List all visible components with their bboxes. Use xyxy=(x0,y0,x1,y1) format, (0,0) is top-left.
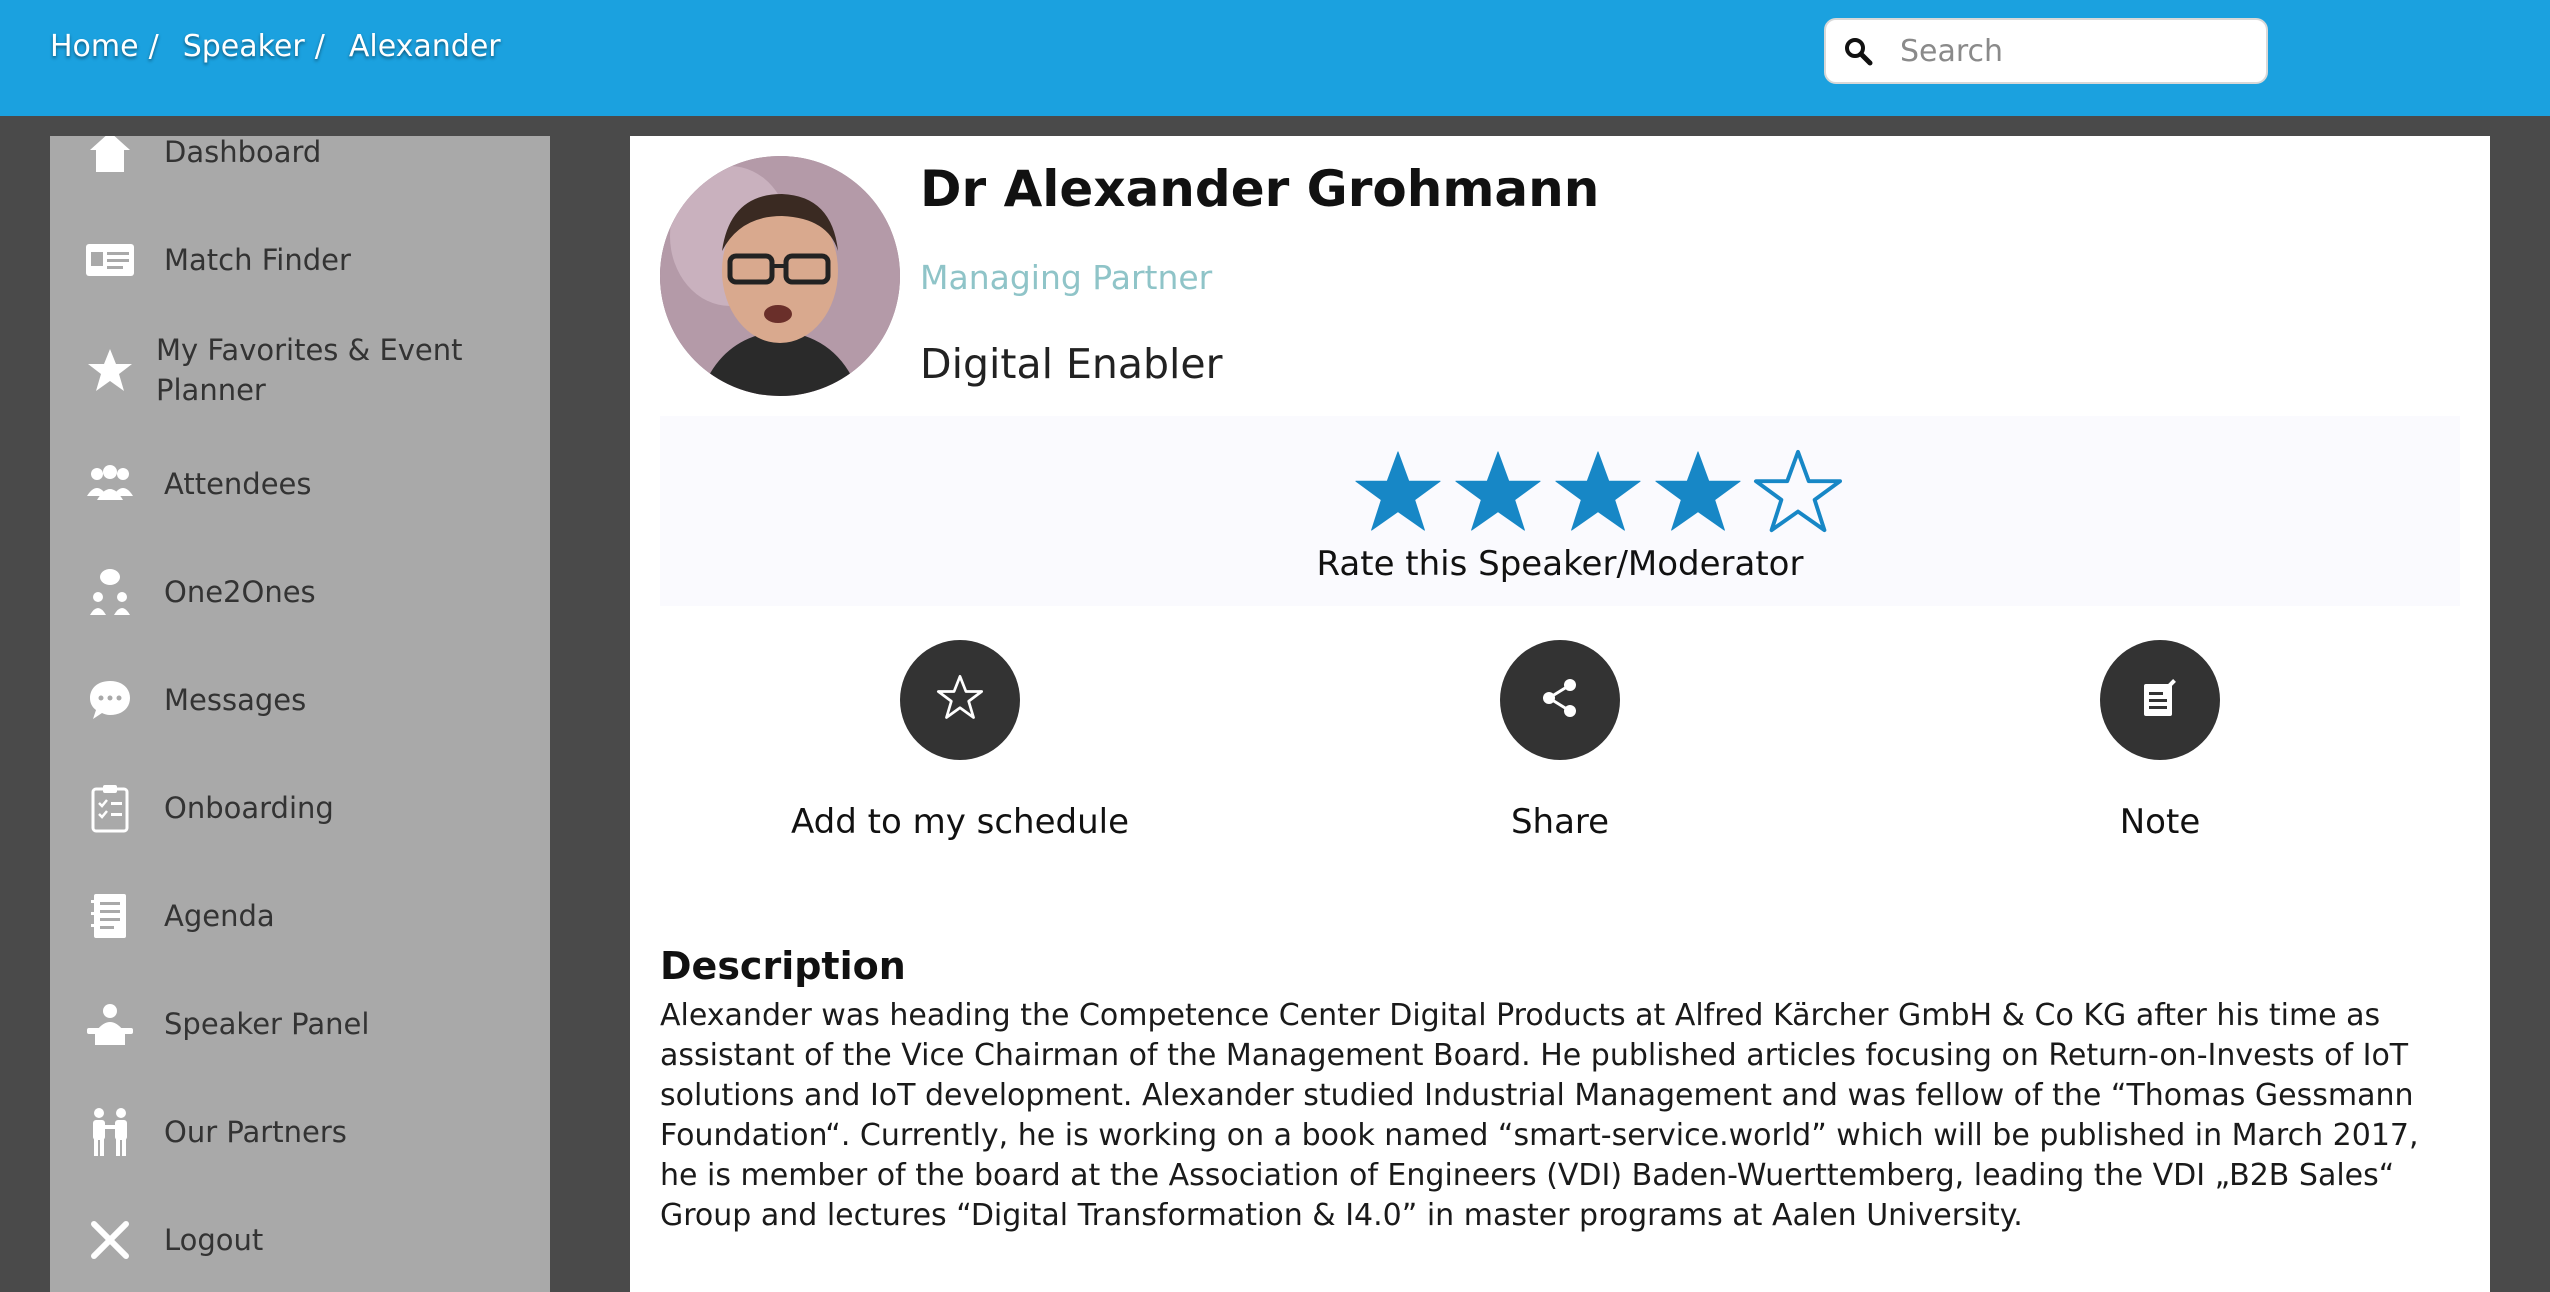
sidebar-item-speaker-panel[interactable]: Speaker Panel xyxy=(50,994,550,1054)
description-text: Alexander was heading the Competence Cen… xyxy=(660,998,2419,1233)
sidebar-item-agenda[interactable]: Agenda xyxy=(50,886,550,946)
add-to-schedule-icon-button[interactable] xyxy=(900,640,1020,760)
sidebar-item-label: Match Finder xyxy=(164,243,351,277)
breadcrumb-speaker[interactable]: Speaker xyxy=(183,29,305,64)
sidebar-item-label: Attendees xyxy=(164,467,312,501)
sidebar-item-onboarding[interactable]: Onboarding xyxy=(50,778,550,838)
id-card-icon xyxy=(84,234,136,286)
star-filled-icon[interactable] xyxy=(1548,446,1648,536)
avatar xyxy=(660,156,900,396)
note-button[interactable]: Note xyxy=(1960,640,2360,842)
sidebar-item-label: Logout xyxy=(164,1223,264,1257)
star-rating[interactable] xyxy=(1348,446,1848,536)
search-icon xyxy=(1836,29,1880,73)
sidebar-item-label: One2Ones xyxy=(164,575,316,609)
close-icon xyxy=(84,1214,136,1266)
speaker-role: Managing Partner xyxy=(920,258,1213,297)
breadcrumb-home[interactable]: Home xyxy=(50,29,139,64)
note-icon-button[interactable] xyxy=(2100,640,2220,760)
sidebar-item-label: Messages xyxy=(164,683,307,717)
sidebar-item-messages[interactable]: Messages xyxy=(50,670,550,730)
sidebar-item-logout[interactable]: Logout xyxy=(50,1210,550,1270)
meeting-icon xyxy=(84,566,136,618)
sidebar-item-label: My Favorites & Event Planner xyxy=(156,333,463,407)
top-bar: Home / Speaker / Alexander xyxy=(0,0,2550,116)
speaker-icon xyxy=(84,998,136,1050)
star-filled-icon[interactable] xyxy=(1648,446,1748,536)
star-filled-icon[interactable] xyxy=(1448,446,1548,536)
breadcrumb: Home / Speaker / Alexander xyxy=(50,26,501,66)
share-label: Share xyxy=(1510,802,1610,842)
note-label: Note xyxy=(2119,802,2201,842)
star-outline-icon xyxy=(934,672,986,728)
chat-icon xyxy=(84,674,136,726)
note-icon xyxy=(2140,678,2180,722)
description-title: Description xyxy=(660,944,906,988)
share-button[interactable]: Share xyxy=(1360,640,1760,842)
share-icon-button[interactable] xyxy=(1500,640,1620,760)
search-input[interactable] xyxy=(1898,32,2262,70)
sidebar-item-label: Dashboard xyxy=(164,136,322,169)
sidebar-item-label: Our Partners xyxy=(164,1115,347,1149)
add-to-schedule-label: Add to my schedule xyxy=(791,802,1129,842)
sidebar-item-label: Onboarding xyxy=(164,791,334,825)
breadcrumb-current: Alexander xyxy=(348,28,501,64)
agenda-icon xyxy=(84,890,136,942)
home-icon xyxy=(84,136,136,178)
sidebar-item-label: Speaker Panel xyxy=(164,1007,370,1041)
clipboard-icon xyxy=(84,782,136,834)
star-filled-icon[interactable] xyxy=(1348,446,1448,536)
sidebar-item-favorites[interactable]: My Favorites & Event Planner xyxy=(50,328,550,412)
rating-label: Rate this Speaker/Moderator xyxy=(1316,544,1804,584)
sidebar: Dashboard Match Finder My Favorites & Ev… xyxy=(50,136,550,1292)
breadcrumb-separator: / xyxy=(314,28,325,64)
star-empty-icon[interactable] xyxy=(1748,446,1848,536)
star-icon xyxy=(84,344,136,396)
speaker-name: Dr Alexander Grohmann xyxy=(920,160,1600,218)
speaker-company: Digital Enabler xyxy=(920,340,1223,388)
speaker-detail-card: Dr Alexander Grohmann Managing Partner D… xyxy=(630,136,2490,1292)
breadcrumb-separator: / xyxy=(148,28,159,64)
search-box[interactable] xyxy=(1824,18,2268,84)
sidebar-item-one2ones[interactable]: One2Ones xyxy=(50,562,550,622)
sidebar-item-dashboard[interactable]: Dashboard xyxy=(50,136,550,182)
sidebar-item-match-finder[interactable]: Match Finder xyxy=(50,230,550,290)
people-icon xyxy=(84,458,136,510)
sidebar-item-attendees[interactable]: Attendees xyxy=(50,454,550,514)
share-icon xyxy=(1538,676,1582,724)
add-to-schedule-button[interactable]: Add to my schedule xyxy=(760,640,1160,842)
handshake-icon xyxy=(84,1106,136,1158)
rating-panel: Rate this Speaker/Moderator xyxy=(660,416,2460,606)
sidebar-item-partners[interactable]: Our Partners xyxy=(50,1102,550,1162)
sidebar-item-label: Agenda xyxy=(164,899,275,933)
